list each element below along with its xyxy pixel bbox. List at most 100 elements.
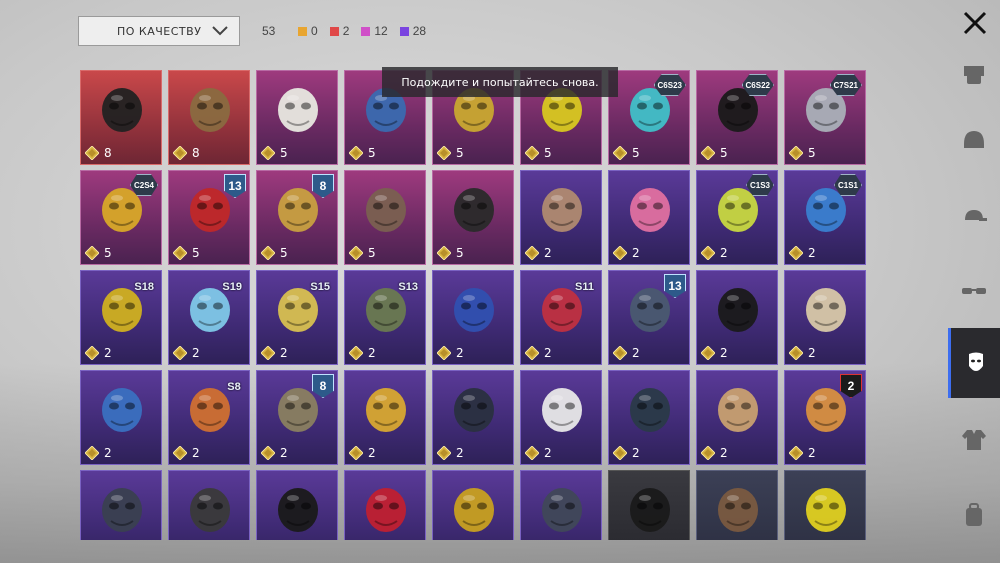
item-quantity-value: 2 bbox=[808, 346, 816, 360]
item-quantity-value: 2 bbox=[544, 246, 552, 260]
item-card[interactable] bbox=[344, 470, 426, 540]
item-card[interactable]: 2 bbox=[432, 270, 514, 365]
currency-diamond-icon bbox=[173, 346, 187, 360]
item-quantity-value: 2 bbox=[104, 346, 112, 360]
steel-skull-icon bbox=[102, 488, 142, 532]
rarity-swatch bbox=[399, 26, 409, 36]
sidebar-item-jacket[interactable] bbox=[948, 404, 1000, 474]
sidebar-item-cap[interactable] bbox=[948, 182, 1000, 252]
item-card[interactable]: C2S4 5 bbox=[80, 170, 162, 265]
item-quantity: 2 bbox=[525, 346, 552, 360]
item-card[interactable] bbox=[432, 470, 514, 540]
blue-beak-icon bbox=[454, 288, 494, 332]
item-quantity: 5 bbox=[701, 146, 728, 160]
item-card[interactable]: C1S3 2 bbox=[696, 170, 778, 265]
item-quantity-value: 2 bbox=[280, 446, 288, 460]
items-grid: 8 8 5 5 5 5 C6S23 5 C6S22 5 C7S21 5 C2S4… bbox=[80, 70, 870, 540]
item-quantity: 2 bbox=[349, 446, 376, 460]
item-quantity-value: 5 bbox=[368, 146, 376, 160]
close-button[interactable] bbox=[960, 8, 990, 38]
item-card[interactable]: 2 2 bbox=[784, 370, 866, 465]
mask-icon bbox=[968, 352, 983, 371]
item-card[interactable]: 2 bbox=[696, 270, 778, 365]
item-card[interactable]: C6S23 5 bbox=[608, 70, 690, 165]
currency-diamond-icon bbox=[701, 246, 715, 260]
sidebar-item-backpack[interactable] bbox=[948, 480, 1000, 550]
currency-diamond-icon bbox=[261, 446, 275, 460]
item-card[interactable] bbox=[608, 470, 690, 540]
item-card[interactable]: 8 bbox=[80, 70, 162, 165]
item-quantity-value: 5 bbox=[104, 246, 112, 260]
item-card[interactable]: 2 bbox=[520, 370, 602, 465]
item-quantity-value: 8 bbox=[104, 146, 112, 160]
item-card[interactable]: 2 bbox=[608, 170, 690, 265]
item-card[interactable] bbox=[168, 470, 250, 540]
item-card[interactable]: C6S22 5 bbox=[696, 70, 778, 165]
item-card[interactable]: C7S21 5 bbox=[784, 70, 866, 165]
item-card[interactable] bbox=[80, 470, 162, 540]
item-card[interactable]: S8 2 bbox=[168, 370, 250, 465]
item-card[interactable]: S18 2 bbox=[80, 270, 162, 365]
item-card[interactable]: 2 bbox=[520, 170, 602, 265]
item-card[interactable]: 13 5 bbox=[168, 170, 250, 265]
season-badge: S8 bbox=[215, 376, 249, 398]
item-card[interactable]: 5 bbox=[432, 170, 514, 265]
sort-dropdown[interactable]: ПО КАЧЕСТВУ bbox=[78, 16, 240, 46]
currency-diamond-icon bbox=[613, 146, 627, 160]
item-quantity: 2 bbox=[701, 446, 728, 460]
item-card[interactable]: 8 2 bbox=[256, 370, 338, 465]
toast-message: Подождите и попытайтесь снова. bbox=[382, 67, 618, 97]
rusty-mask-icon bbox=[718, 488, 758, 532]
item-card[interactable]: 2 bbox=[80, 370, 162, 465]
currency-diamond-icon bbox=[525, 446, 539, 460]
item-quantity: 5 bbox=[437, 146, 464, 160]
item-card[interactable]: 2 bbox=[696, 370, 778, 465]
currency-diamond-icon bbox=[701, 146, 715, 160]
item-card[interactable] bbox=[784, 470, 866, 540]
item-card[interactable]: S19 2 bbox=[168, 270, 250, 365]
sidebar-item-outfit[interactable] bbox=[948, 40, 1000, 110]
item-card[interactable]: 2 bbox=[784, 270, 866, 365]
sidebar-item-glasses[interactable] bbox=[948, 256, 1000, 326]
item-card[interactable] bbox=[696, 470, 778, 540]
item-card[interactable]: 8 bbox=[168, 70, 250, 165]
item-quantity: 2 bbox=[701, 246, 728, 260]
item-card[interactable]: S13 2 bbox=[344, 270, 426, 365]
item-quantity-value: 2 bbox=[544, 346, 552, 360]
item-quantity-value: 2 bbox=[192, 446, 200, 460]
season-badge: S15 bbox=[299, 276, 337, 298]
dark-helm-icon bbox=[454, 388, 494, 432]
item-card[interactable]: 13 2 bbox=[608, 270, 690, 365]
item-card[interactable]: 5 bbox=[256, 70, 338, 165]
item-quantity-value: 2 bbox=[544, 446, 552, 460]
legend-item: 0 bbox=[298, 24, 318, 38]
item-quantity: 2 bbox=[261, 446, 288, 460]
item-quantity: 5 bbox=[173, 246, 200, 260]
item-quantity-value: 5 bbox=[192, 246, 200, 260]
rarity-swatch bbox=[298, 26, 307, 36]
currency-diamond-icon bbox=[525, 346, 539, 360]
item-card[interactable]: C1S1 2 bbox=[784, 170, 866, 265]
currency-diamond-icon bbox=[525, 146, 539, 160]
item-card[interactable]: S11 2 bbox=[520, 270, 602, 365]
sidebar-item-mask[interactable] bbox=[948, 328, 1000, 398]
rarity-swatch bbox=[361, 26, 371, 36]
item-card[interactable]: S15 2 bbox=[256, 270, 338, 365]
item-card[interactable] bbox=[520, 470, 602, 540]
item-quantity: 2 bbox=[613, 246, 640, 260]
item-quantity-value: 2 bbox=[280, 346, 288, 360]
item-card[interactable] bbox=[256, 470, 338, 540]
item-card[interactable]: 2 bbox=[344, 370, 426, 465]
item-quantity-value: 5 bbox=[368, 246, 376, 260]
item-card[interactable]: 2 bbox=[432, 370, 514, 465]
glasses-icon bbox=[962, 288, 986, 294]
skull-scarf-icon bbox=[454, 188, 494, 232]
black-scarf-icon bbox=[278, 488, 318, 532]
sidebar-item-helmet[interactable] bbox=[948, 106, 1000, 176]
item-card[interactable]: 5 bbox=[344, 170, 426, 265]
item-card[interactable]: 2 bbox=[608, 370, 690, 465]
balaclava-icon bbox=[718, 288, 758, 332]
legend-item: 12 bbox=[361, 24, 388, 38]
currency-diamond-icon bbox=[85, 446, 99, 460]
item-card[interactable]: 8 5 bbox=[256, 170, 338, 265]
